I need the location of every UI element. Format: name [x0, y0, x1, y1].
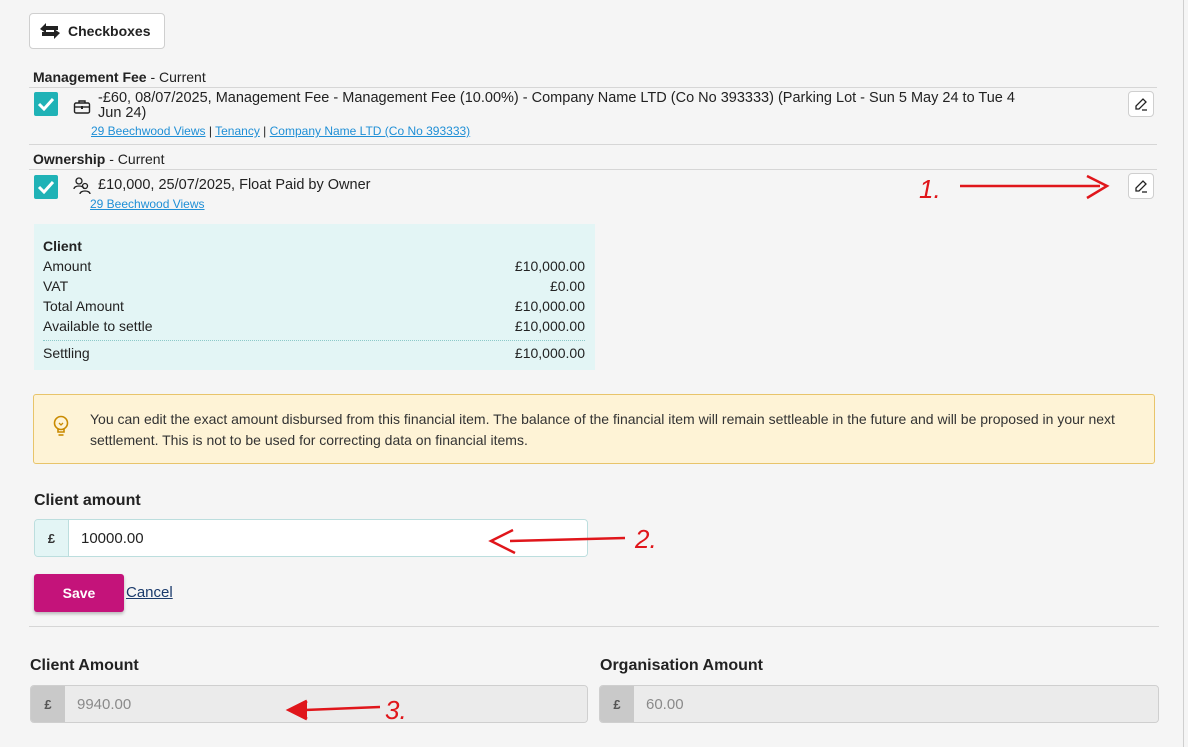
summary-row: Total Amount £10,000.00: [43, 296, 585, 316]
summary-label: Available to settle: [43, 318, 153, 334]
checkmark-icon: [37, 180, 55, 194]
save-button[interactable]: Save: [34, 574, 124, 612]
edit-button-ownership[interactable]: [1128, 173, 1154, 199]
summary-value: £10,000.00: [514, 318, 585, 334]
item-text-line2: Jun 24): [98, 105, 147, 121]
summary-row: Available to settle £10,000.00: [43, 316, 585, 336]
checkboxes-toggle-button[interactable]: Checkboxes: [29, 13, 165, 49]
summary-value: £0.00: [549, 278, 585, 294]
summary-label: Settling: [43, 345, 90, 361]
tenancy-link[interactable]: Tenancy: [215, 124, 260, 138]
summary-value: £10,000.00: [514, 258, 585, 274]
item-links-ownership: 29 Beechwood Views: [90, 198, 205, 210]
lightbulb-icon: [52, 415, 70, 445]
group-divider: [29, 144, 1157, 145]
annotation-3-arrow: 3.: [285, 695, 407, 725]
link-separator: |: [208, 124, 212, 138]
item-checkbox-management-fee[interactable]: [34, 92, 58, 116]
annotation-2-label: 2.: [634, 524, 657, 554]
cancel-link[interactable]: Cancel: [126, 584, 173, 601]
summary-title: Client: [43, 238, 82, 254]
property-link[interactable]: 29 Beechwood Views: [91, 124, 206, 138]
summary-row: Amount £10,000.00: [43, 256, 585, 276]
property-link[interactable]: 29 Beechwood Views: [90, 197, 205, 211]
company-link[interactable]: Company Name LTD (Co No 393333): [270, 124, 471, 138]
organisation-amount-label: Organisation Amount: [600, 657, 763, 674]
summary-value: £10,000.00: [514, 345, 585, 361]
organisation-amount-input: 60.00: [634, 686, 1158, 722]
edit-icon: [1135, 180, 1147, 193]
checkboxes-toggle-label: Checkboxes: [68, 23, 151, 39]
summary-label: Amount: [43, 258, 92, 274]
link-separator: |: [263, 124, 267, 138]
item-links-management-fee: 29 Beechwood Views | Tenancy | Company N…: [91, 125, 470, 137]
organisation-amount-group: £ 60.00: [599, 685, 1159, 723]
group-header-ownership: Ownership - Current: [29, 148, 1157, 170]
group-status: - Current: [105, 151, 165, 167]
client-amount-label: Client amount: [34, 492, 141, 509]
group-status: - Current: [146, 69, 206, 85]
currency-addon: £: [31, 686, 65, 722]
item-description-management-fee: -£60, 08/07/2025, Management Fee - Manag…: [98, 91, 1128, 121]
briefcase-icon: [73, 99, 91, 118]
item-checkbox-ownership[interactable]: [34, 175, 58, 199]
annotation-3-label: 3.: [385, 695, 407, 725]
summary-value: £10,000.00: [514, 298, 585, 314]
checkmark-icon: [37, 97, 55, 111]
annotation-1-arrow: 1.: [919, 174, 1110, 204]
info-notice: You can edit the exact amount disbursed …: [33, 394, 1155, 464]
people-icon: [72, 176, 92, 199]
client-summary-panel: Client Amount £10,000.00 VAT £0.00 Total…: [34, 224, 595, 370]
edit-button-management-fee[interactable]: [1128, 91, 1154, 117]
summary-label: Total Amount: [43, 298, 124, 314]
summary-label: VAT: [43, 278, 69, 294]
currency-addon: £: [600, 686, 634, 722]
client-amount-total-label: Client Amount: [30, 657, 139, 674]
notice-text: You can edit the exact amount disbursed …: [90, 411, 1115, 448]
swap-arrows-icon: [40, 23, 60, 39]
section-divider: [29, 626, 1159, 627]
annotation-2-arrow: 2.: [488, 524, 657, 555]
annotation-1-label: 1.: [919, 174, 941, 204]
group-header-management-fee: Management Fee - Current: [29, 66, 1157, 88]
page-right-border: [1183, 0, 1184, 747]
summary-row-settling: Settling £10,000.00: [43, 340, 585, 364]
item-text-line1: -£60, 08/07/2025, Management Fee - Manag…: [98, 90, 1015, 106]
group-name: Ownership: [33, 151, 106, 167]
group-name: Management Fee: [33, 69, 147, 85]
item-description-ownership: £10,000, 25/07/2025, Float Paid by Owner: [98, 177, 371, 193]
currency-addon: £: [35, 520, 69, 556]
edit-icon: [1135, 98, 1147, 111]
summary-row: VAT £0.00: [43, 276, 585, 296]
